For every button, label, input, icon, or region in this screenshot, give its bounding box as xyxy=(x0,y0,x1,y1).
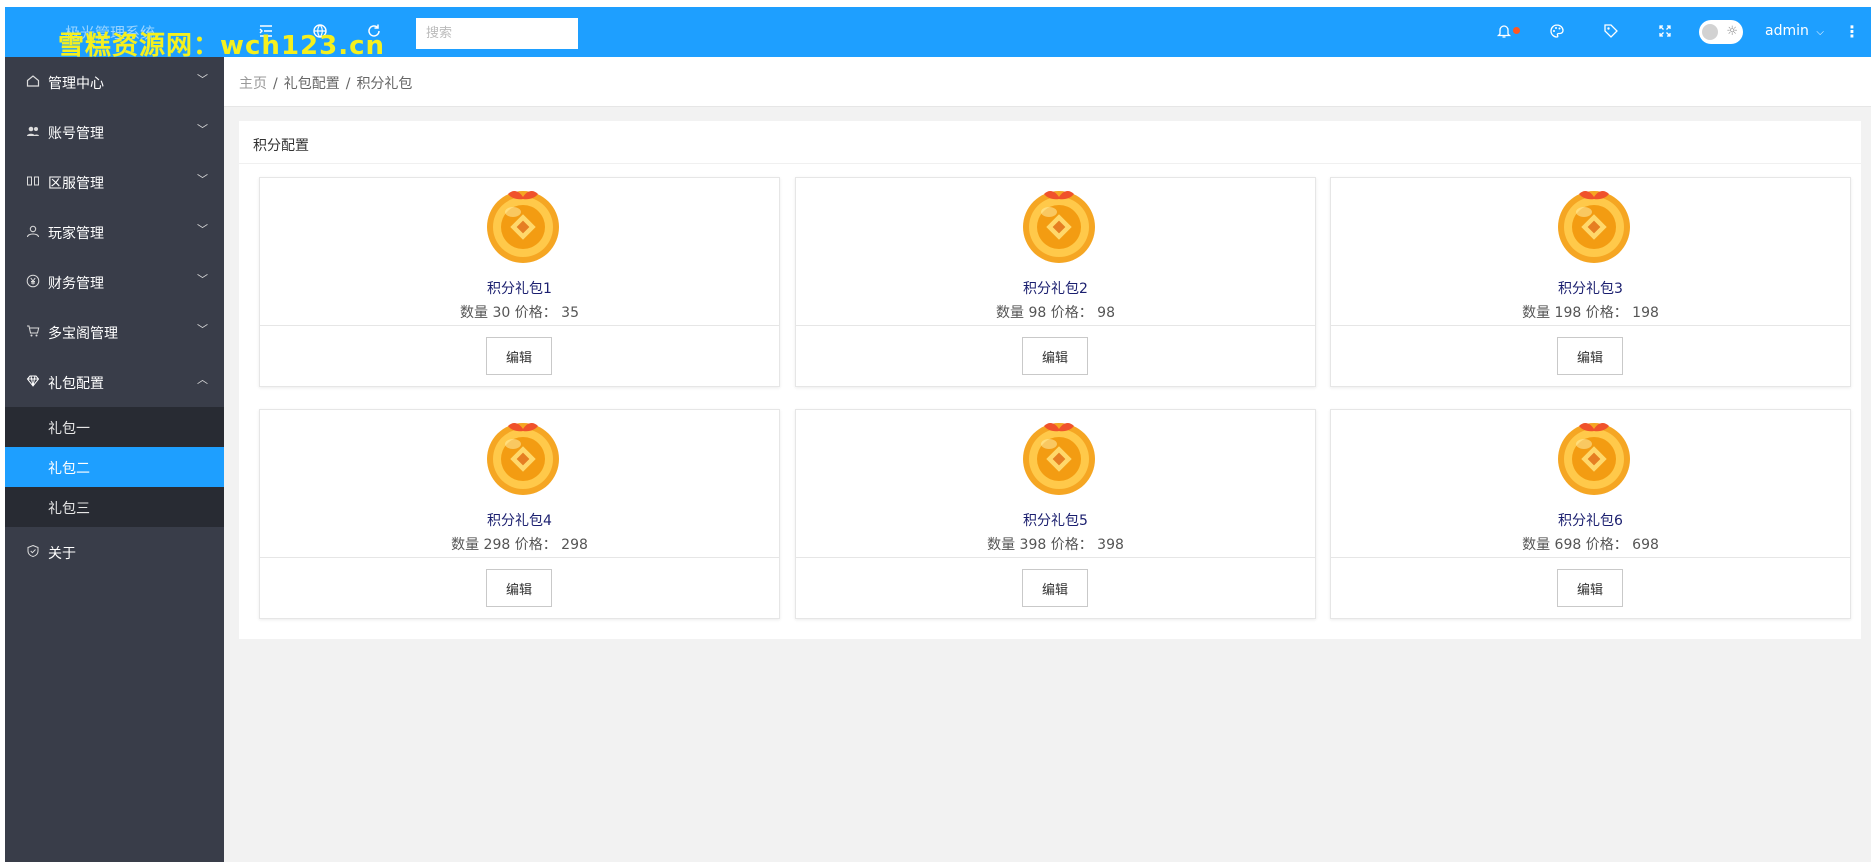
coin-icon xyxy=(1023,190,1095,263)
pack-name: 积分礼包6 xyxy=(1558,513,1623,529)
sidebar-item-finance[interactable]: 财务管理 ﹀ xyxy=(5,257,224,307)
panel-title: 积分配置 xyxy=(253,138,309,154)
search-input[interactable] xyxy=(416,18,578,49)
watermark: 雪糕资源网：wch123.cn xyxy=(58,31,386,61)
user-menu[interactable]: admin ⌵ xyxy=(1765,23,1824,39)
breadcrumb-bar: 主页 / 礼包配置 / 积分礼包 xyxy=(224,57,1871,107)
home-icon xyxy=(25,74,41,90)
submenu-label: 礼包三 xyxy=(48,501,90,517)
gift-pack-card: 积分礼包6 数量 698 价格： 698 编辑 xyxy=(1330,409,1851,619)
sidebar-item-accounts[interactable]: 账号管理 ﹀ xyxy=(5,107,224,157)
submenu-item-gift-2[interactable]: 礼包二 xyxy=(5,447,224,487)
toggle-knob xyxy=(1702,24,1718,40)
coin-icon xyxy=(487,190,559,263)
chevron-down-icon: ⌵ xyxy=(1816,27,1824,38)
pack-name: 积分礼包3 xyxy=(1558,281,1623,297)
sidebar-item-players[interactable]: 玩家管理 ﹀ xyxy=(5,207,224,257)
pack-info: 数量 98 价格： 98 xyxy=(996,305,1115,321)
chevron-down-icon: ﹀ xyxy=(197,123,208,136)
edit-button[interactable]: 编辑 xyxy=(1557,337,1623,375)
gift-pack-card: 积分礼包3 数量 198 价格： 198 编辑 xyxy=(1330,177,1851,387)
bell-icon[interactable] xyxy=(1495,23,1513,41)
breadcrumb-separator: / xyxy=(273,76,278,92)
cart-icon xyxy=(25,324,41,340)
sidebar-item-servers[interactable]: 区服管理 ﹀ xyxy=(5,157,224,207)
notification-dot xyxy=(1513,27,1520,34)
submenu-item-gift-3[interactable]: 礼包三 xyxy=(5,487,224,527)
coin-icon xyxy=(1023,422,1095,495)
coin-icon xyxy=(487,422,559,495)
app-root: 极光管理系统 ☼ admin ⌵ xyxy=(5,7,1871,862)
breadcrumb-home[interactable]: 主页 xyxy=(239,76,267,92)
coin-icon xyxy=(1558,422,1630,495)
submenu-item-gift-1[interactable]: 礼包一 xyxy=(5,407,224,447)
server-icon xyxy=(25,174,41,190)
chevron-down-icon: ﹀ xyxy=(197,73,208,86)
pack-name: 积分礼包2 xyxy=(1023,281,1088,297)
card-divider xyxy=(260,325,779,326)
theme-toggle[interactable]: ☼ xyxy=(1699,20,1743,44)
sidebar-item-about[interactable]: 关于 xyxy=(5,527,224,577)
edit-button[interactable]: 编辑 xyxy=(486,569,552,607)
coin-icon xyxy=(1558,190,1630,263)
sidebar-item-label: 玩家管理 xyxy=(48,226,104,242)
card-divider xyxy=(796,325,1315,326)
chevron-down-icon: ﹀ xyxy=(197,173,208,186)
user-icon xyxy=(25,224,41,240)
sidebar-item-gift-config[interactable]: 礼包配置 ︿ xyxy=(5,357,224,407)
sidebar-item-dashboard[interactable]: 管理中心 ﹀ xyxy=(5,57,224,107)
edit-button[interactable]: 编辑 xyxy=(1022,569,1088,607)
breadcrumb: 主页 / 礼包配置 / 积分礼包 xyxy=(239,73,412,93)
users-icon xyxy=(25,124,41,140)
sidebar-item-label: 管理中心 xyxy=(48,76,104,92)
sidebar-item-label: 多宝阁管理 xyxy=(48,326,118,342)
breadcrumb-separator: / xyxy=(345,76,351,92)
shield-icon xyxy=(25,544,41,560)
card-divider xyxy=(1331,557,1850,558)
edit-button[interactable]: 编辑 xyxy=(1022,337,1088,375)
chevron-down-icon: ﹀ xyxy=(197,223,208,236)
card-divider xyxy=(796,557,1315,558)
pack-info: 数量 30 价格： 35 xyxy=(460,305,579,321)
gift-pack-card: 积分礼包5 数量 398 价格： 398 编辑 xyxy=(795,409,1316,619)
sidebar-item-label: 关于 xyxy=(48,546,76,562)
chevron-up-icon: ︿ xyxy=(197,373,208,386)
more-vertical-icon[interactable]: ⋮ xyxy=(1843,23,1861,41)
diamond-icon xyxy=(25,374,41,390)
tag-icon[interactable] xyxy=(1602,23,1620,41)
chevron-down-icon: ﹀ xyxy=(197,273,208,286)
card-divider xyxy=(1331,325,1850,326)
pack-info: 数量 198 价格： 198 xyxy=(1522,305,1659,321)
sidebar: 管理中心 ﹀ 账号管理 ﹀ 区服管理 ﹀ 玩家管理 ﹀ 财务管理 ﹀ 多宝阁管理… xyxy=(5,57,224,862)
palette-icon[interactable] xyxy=(1548,23,1566,41)
pack-name: 积分礼包5 xyxy=(1023,513,1088,529)
pack-info: 数量 698 价格： 698 xyxy=(1522,537,1659,553)
sidebar-item-label: 账号管理 xyxy=(48,126,104,142)
breadcrumb-current: 积分礼包 xyxy=(356,76,413,92)
submenu-label: 礼包二 xyxy=(48,461,90,477)
sidebar-item-label: 财务管理 xyxy=(48,276,104,292)
panel-divider xyxy=(239,163,1861,164)
gift-pack-card: 积分礼包2 数量 98 价格： 98 编辑 xyxy=(795,177,1316,387)
edit-button[interactable]: 编辑 xyxy=(486,337,552,375)
username: admin xyxy=(1765,23,1809,39)
pack-name: 积分礼包1 xyxy=(487,281,552,297)
fullscreen-icon[interactable] xyxy=(1656,23,1674,41)
pack-info: 数量 398 价格： 398 xyxy=(987,537,1124,553)
points-config-panel: 积分配置 积分礼包1 数量 30 价格： 35 编辑 积分礼包2 数量 98 价… xyxy=(239,121,1861,639)
submenu-label: 礼包一 xyxy=(48,421,90,437)
pack-name: 积分礼包4 xyxy=(487,513,552,529)
breadcrumb-level1[interactable]: 礼包配置 xyxy=(284,76,340,92)
sidebar-item-label: 区服管理 xyxy=(48,176,104,192)
pack-info: 数量 298 价格： 298 xyxy=(451,537,588,553)
gift-pack-card: 积分礼包4 数量 298 价格： 298 编辑 xyxy=(259,409,780,619)
yen-icon xyxy=(25,274,41,290)
gift-pack-card: 积分礼包1 数量 30 价格： 35 编辑 xyxy=(259,177,780,387)
sidebar-item-label: 礼包配置 xyxy=(48,376,104,392)
edit-button[interactable]: 编辑 xyxy=(1557,569,1623,607)
sun-icon: ☼ xyxy=(1726,24,1738,39)
chevron-down-icon: ﹀ xyxy=(197,323,208,336)
card-divider xyxy=(260,557,779,558)
sidebar-item-treasure[interactable]: 多宝阁管理 ﹀ xyxy=(5,307,224,357)
